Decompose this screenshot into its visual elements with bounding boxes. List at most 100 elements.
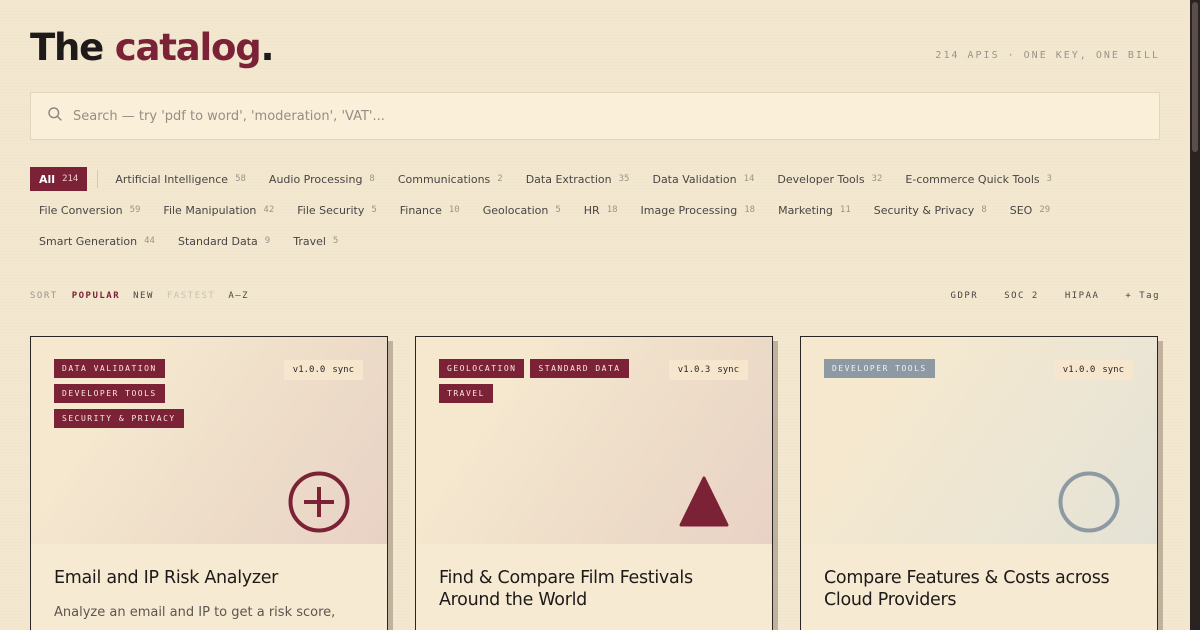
category-label: File Conversion [39,203,123,217]
sort-a-z[interactable]: A–Z [228,291,249,301]
category-label: Developer Tools [777,172,865,186]
category-label: Data Extraction [525,172,612,186]
category-divider [97,170,99,188]
category-label: Artificial Intelligence [115,172,229,186]
tag-filter-gdpr[interactable]: GDPR [951,291,979,301]
category-count: 59 [129,205,141,215]
category-label: Travel [293,234,326,248]
category-label: HR [583,203,600,217]
card-title: Email and IP Risk Analyzer [54,568,279,588]
sync-status: sync [1102,365,1124,375]
page-title: The catalog. [30,26,275,69]
category-count: 11 [839,205,851,215]
category-label: Communications [397,172,491,186]
category-chip-marketing[interactable]: Marketing 11 [769,198,860,222]
category-chip-travel[interactable]: Travel 5 [284,229,347,253]
card-tags: DEVELOPER TOOLS [824,359,1034,378]
category-filters: All 214 Artificial Intelligence 58 Audio Pro… [30,167,1160,253]
category-count: 5 [555,205,561,215]
category-chip-communications[interactable]: Communications 2 [389,167,512,191]
category-label: SEO [1009,203,1033,217]
ring-icon [1058,471,1120,533]
sort-bar: SORT POPULAR NEW FASTEST A–Z GDPR SOC 2 … [30,289,1160,303]
sort-new[interactable]: NEW [133,291,154,301]
category-count: 9 [264,236,271,246]
category-count: 32 [871,174,883,184]
card-tag[interactable]: DATA VALIDATION [54,359,165,378]
category-count: 3 [1046,174,1053,184]
category-chip-file-conversion[interactable]: File Conversion 59 [30,198,149,222]
card-tag[interactable]: DEVELOPER TOOLS [54,384,165,403]
card-tag[interactable]: DEVELOPER TOOLS [824,359,935,378]
category-count: 14 [743,174,755,184]
category-label: Smart Generation [39,234,138,248]
category-chip-e-commerce-quick-tools[interactable]: E-commerce Quick Tools 3 [896,167,1061,191]
sort-label: SORT [30,291,58,301]
sync-status: sync [332,365,354,375]
category-chip-standard-data[interactable]: Standard Data 9 [169,229,279,253]
version-badge: v1.0.0 sync [283,360,363,380]
search-icon [47,106,63,126]
category-label: Security & Privacy [873,203,975,217]
category-count: 5 [332,236,339,246]
category-chip-geolocation[interactable]: Geolocation 5 [474,198,570,222]
category-label: Geolocation [482,203,549,217]
category-count: 35 [618,174,630,184]
tag-filter-soc2[interactable]: SOC 2 [1004,291,1039,301]
version-badge: v1.0.3 sync [668,360,748,380]
api-card-cloud-providers[interactable]: DEVELOPER TOOLS v1.0.0 sync Compare Featu… [800,336,1158,630]
category-label: Marketing [778,203,833,217]
sync-status: sync [717,365,739,375]
category-chip-finance[interactable]: Finance 10 [391,198,469,222]
card-description: Analyze an email and IP to get a risk sc… [54,605,336,620]
category-chip-smart-generation[interactable]: Smart Generation 44 [30,229,164,253]
compliance-tag-filters: GDPR SOC 2 HIPAA + Tag [925,291,1160,301]
card-tag[interactable]: GEOLOCATION [439,359,525,378]
triangle-icon [679,476,729,527]
sort-fastest[interactable]: FASTEST [167,291,215,301]
category-label: Audio Processing [268,172,363,186]
category-label: File Security [297,203,365,217]
category-chip-seo[interactable]: SEO 29 [1001,198,1059,222]
category-count: 29 [1039,205,1051,215]
category-chip-hr[interactable]: HR 18 [575,198,627,222]
category-count: 10 [448,205,460,215]
category-count: 18 [606,205,618,215]
category-chip-file-manipulation[interactable]: File Manipulation 42 [154,198,283,222]
category-count: 2 [497,174,503,184]
category-chip-file-security[interactable]: File Security 5 [288,198,386,222]
version-number: v1.0.3 [677,365,711,375]
category-label: Image Processing [640,203,738,217]
card-tag[interactable]: STANDARD DATA [530,359,629,378]
category-chip-developer-tools[interactable]: Developer Tools 32 [768,167,891,191]
search-input[interactable] [73,108,1133,124]
card-tags: DATA VALIDATION DEVELOPER TOOLS SECURITY… [54,359,264,428]
sort-popular[interactable]: POPULAR [72,291,120,301]
category-count: 18 [744,205,756,215]
card-tags: GEOLOCATION STANDARD DATA TRAVEL [439,359,649,403]
category-label: File Manipulation [163,203,257,217]
search-bar[interactable] [30,92,1160,140]
card-tag[interactable]: TRAVEL [439,384,493,403]
category-label: Standard Data [177,234,258,248]
api-card-film-festivals[interactable]: GEOLOCATION STANDARD DATA TRAVEL v1.0.3 s… [415,336,773,630]
category-chip-artificial-intelligence[interactable]: Artificial Intelligence 58 [106,167,255,191]
api-card-email-ip-risk[interactable]: DATA VALIDATION DEVELOPER TOOLS SECURITY… [30,336,388,630]
add-tag-button[interactable]: + Tag [1125,291,1160,301]
category-label: Data Validation [652,172,737,186]
card-tag[interactable]: SECURITY & PRIVACY [54,409,184,428]
scrollbar-thumb[interactable] [1192,2,1198,152]
category-chip-security-privacy[interactable]: Security & Privacy 8 [865,198,996,222]
title-main: The [30,26,115,69]
category-chip-audio-processing[interactable]: Audio Processing 8 [260,167,384,191]
catalog-tagline: 214 APIs · one key, one bill [935,50,1160,61]
category-chip-image-processing[interactable]: Image Processing 18 [632,198,765,222]
category-chip-all[interactable]: All 214 [30,167,88,191]
category-chip-data-extraction[interactable]: Data Extraction 35 [517,167,639,191]
tag-filter-hipaa[interactable]: HIPAA [1065,291,1100,301]
card-title: Compare Features & Costs across Cloud Pr… [824,568,1110,610]
page-scrollbar[interactable] [1190,0,1200,630]
category-count: 8 [981,205,987,215]
card-title: Find & Compare Film Festivals Around the… [439,568,693,610]
category-chip-data-validation[interactable]: Data Validation 14 [643,167,763,191]
